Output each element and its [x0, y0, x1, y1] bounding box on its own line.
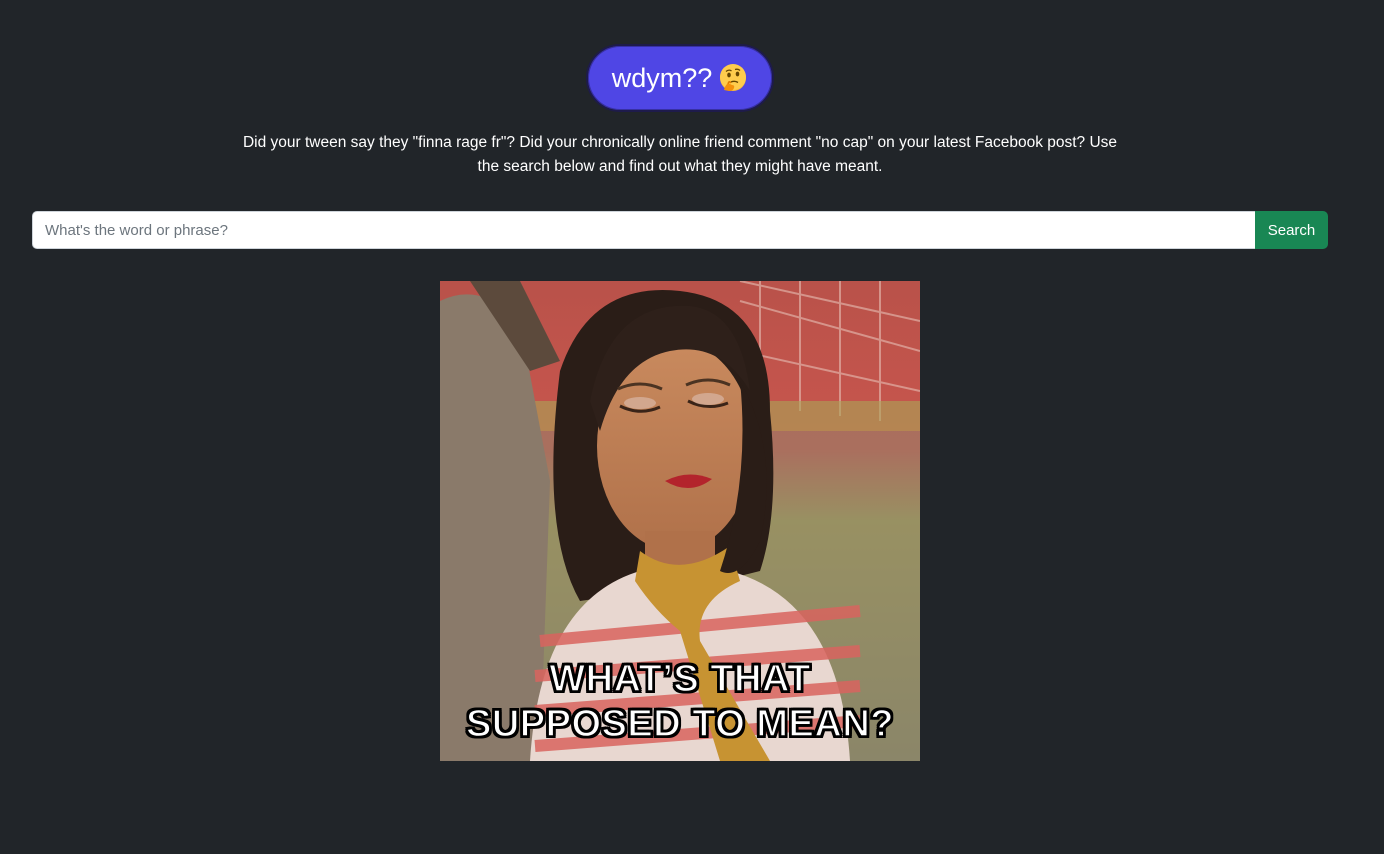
- meme-caption-line1: WHAT’S THAT: [548, 657, 811, 701]
- page: wdym?? Did your tween say they "finna ra…: [0, 0, 1384, 854]
- search-input[interactable]: [32, 211, 1255, 249]
- meme-caption-line2: SUPPOSED TO MEAN?: [465, 702, 894, 746]
- brand-title: wdym??: [611, 62, 713, 93]
- intro-text: Did your tween say they "finna rage fr"?…: [242, 134, 1118, 175]
- brand-pill: wdym??: [586, 44, 774, 112]
- meme-gif: WHAT’S THAT SUPPOSED TO MEAN?: [440, 281, 920, 761]
- search-group: Search: [32, 211, 1328, 249]
- search-button[interactable]: Search: [1255, 211, 1328, 249]
- thinking-face-icon: [718, 63, 748, 93]
